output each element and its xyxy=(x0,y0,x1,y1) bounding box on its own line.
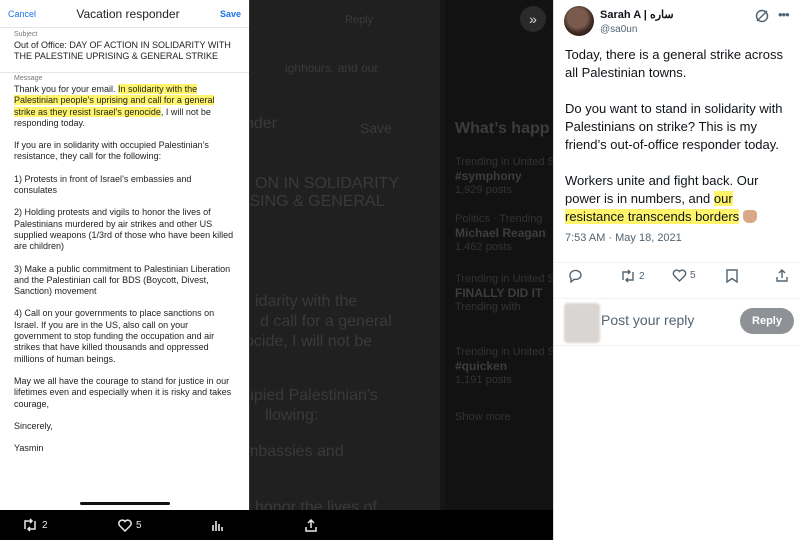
bottom-action-bar: 2 5 xyxy=(0,510,553,540)
trends-title: What’s happ xyxy=(455,120,550,137)
reply-icon xyxy=(569,269,582,283)
bookmark-action[interactable] xyxy=(726,269,738,283)
message-paragraph: Sincerely, xyxy=(14,420,53,431)
background-trends-panel: What’s happ Trending in United St #sympho… xyxy=(445,0,553,540)
more-options-icon[interactable]: ••• xyxy=(778,7,790,22)
views-action[interactable] xyxy=(212,510,224,540)
message-paragraph: 4) Call on your governments to place san… xyxy=(14,308,215,364)
avatar[interactable] xyxy=(564,6,594,36)
background-line: ighhours, and our xyxy=(285,61,379,75)
vacation-responder-screen: Cancel Vacation responder Save Subject O… xyxy=(0,0,250,540)
subject-field[interactable]: Out of Office: DAY OF ACTION IN SOLIDARI… xyxy=(0,38,249,62)
message-paragraph: Thank you for your email. In solidarity … xyxy=(14,84,215,128)
retweet-action[interactable]: 2 xyxy=(22,510,48,540)
analytics-icon xyxy=(212,521,223,531)
bookmark-icon xyxy=(726,269,738,283)
message-paragraph: 1) Protests in front of Israel’s embassi… xyxy=(14,173,192,196)
tweet-timestamp[interactable]: 7:53 AM · May 18, 2021 xyxy=(554,232,800,244)
share-action[interactable] xyxy=(776,269,788,282)
user-handle[interactable]: @sa0un xyxy=(600,24,637,35)
reply-input[interactable]: Post your reply xyxy=(601,312,694,328)
background-line: ISING & GENERAL xyxy=(250,193,385,210)
message-signature: Yasmin xyxy=(14,443,44,454)
background-save: Save xyxy=(360,120,392,136)
background-line: ON IN SOLIDARITY xyxy=(255,175,400,192)
expand-icon[interactable]: » xyxy=(520,6,546,32)
background-line: mbassies and xyxy=(250,443,344,460)
like-action[interactable]: 5 xyxy=(672,269,696,282)
background-line: ocide, I will not be xyxy=(250,333,373,350)
home-indicator xyxy=(80,502,170,505)
trend-item: Politics · Trending Michael Reagan 1,462 p… xyxy=(455,213,546,253)
reply-composer: Post your reply Reply xyxy=(554,298,800,346)
background-line: nder xyxy=(250,115,278,132)
avatar xyxy=(564,303,600,343)
message-label: Message xyxy=(14,75,43,82)
page-title: Vacation responder xyxy=(76,6,180,21)
cancel-button[interactable]: Cancel xyxy=(8,9,36,19)
background-line: upied Palestinian's xyxy=(250,387,378,404)
trend-item: Trending in United St #symphony 1,929 post… xyxy=(455,156,553,196)
message-paragraph: 3) Make a public commitment to Palestini… xyxy=(14,263,231,297)
heart-icon xyxy=(118,518,132,532)
tweet-action-bar: 2 5 xyxy=(554,262,800,292)
raised-fist-emoji-icon xyxy=(742,210,757,223)
trend-item: Trending in United Sta#quicken1,191 post… xyxy=(455,346,553,386)
tweet-paragraph: Workers unite and fight back. Our power … xyxy=(565,173,759,224)
reply-action[interactable] xyxy=(568,269,583,283)
share-icon xyxy=(305,518,317,532)
retweet-icon xyxy=(24,518,36,532)
message-paragraph: If you are in solidarity with occupied P… xyxy=(14,140,209,162)
tweet-header: Sarah A | ساره @sa0un ••• xyxy=(554,0,800,46)
retweet-action[interactable]: 2 xyxy=(620,269,645,283)
message-paragraph: May we all have the courage to stand for… xyxy=(14,375,232,409)
share-action[interactable] xyxy=(305,510,317,540)
share-icon xyxy=(776,269,788,282)
heart-icon xyxy=(672,269,687,282)
message-paragraph: 2) Holding protests and vigils to honor … xyxy=(14,207,234,252)
trend-item: Trending in United StaFINALLY DID ITTren… xyxy=(455,273,553,313)
like-action[interactable]: 5 xyxy=(118,510,142,540)
background-screenshot: Reply Save ighhours, and our nder ON IN … xyxy=(250,0,553,540)
retweet-icon xyxy=(622,269,634,283)
background-line: llowing: xyxy=(265,407,319,424)
tweet-paragraph: Do you want to stand in solidarity with … xyxy=(565,101,783,152)
background-reply: Reply xyxy=(345,14,374,26)
reply-button[interactable]: Reply xyxy=(740,308,794,334)
tweet-detail: Sarah A | ساره @sa0un ••• Today, there i… xyxy=(553,0,800,540)
save-button[interactable]: Save xyxy=(220,9,241,19)
subject-label: Subject xyxy=(14,31,38,38)
tweet-paragraph: Today, there is a general strike across … xyxy=(565,47,783,80)
tweet-text: Today, there is a general strike across … xyxy=(554,46,800,226)
message-field[interactable]: Thank you for your email. In solidarity … xyxy=(0,82,249,454)
show-more-link: Show more xyxy=(455,411,511,423)
responder-header: Cancel Vacation responder Save xyxy=(0,0,249,28)
background-line: d call for a general xyxy=(260,313,392,330)
grok-icon[interactable] xyxy=(754,8,770,24)
display-name[interactable]: Sarah A | ساره xyxy=(600,8,674,21)
background-line: idarity with the xyxy=(255,293,358,310)
